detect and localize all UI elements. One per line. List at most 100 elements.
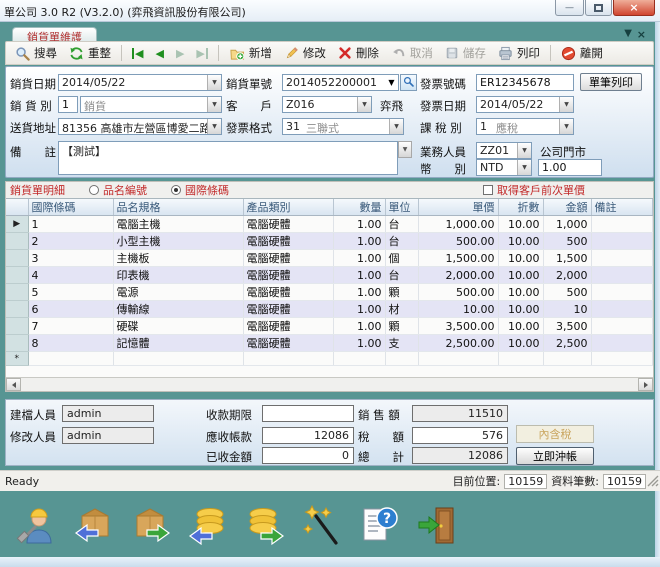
cell-discount[interactable]: 10.00 [498,216,543,233]
resize-grip[interactable] [647,475,659,490]
payment-out-icon[interactable] [243,503,287,547]
goods-in-icon[interactable] [72,503,116,547]
sale-date-combo[interactable]: 2014/05/22 ▼ [58,74,222,91]
row-selector[interactable] [6,267,28,284]
cell-price[interactable]: 2,000.00 [418,267,498,284]
chevron-down-icon[interactable]: ▼ [559,97,573,112]
cell-barcode[interactable]: 1 [28,216,113,233]
currency-combo[interactable]: NTD ▼ [476,159,532,176]
table-row[interactable]: 4 印表機 電腦硬體 1.00 台 2,000.00 10.00 2,000 [6,267,653,284]
row-selector[interactable] [6,335,28,352]
cell-category[interactable]: 電腦硬體 [243,233,333,250]
cell-category[interactable]: 電腦硬體 [243,267,333,284]
table-row[interactable]: 8 記憶體 電腦硬體 1.00 支 2,500.00 10.00 2,500 [6,335,653,352]
refresh-button[interactable]: 重整 [64,43,116,63]
cell-barcode[interactable]: 5 [28,284,113,301]
cell-price[interactable]: 1,000.00 [418,216,498,233]
tab-sales-order[interactable]: 銷貨單維護 [12,27,97,42]
chevron-down-icon[interactable]: ▼ [385,75,398,90]
cell-qty[interactable]: 1.00 [333,267,385,284]
cell-discount[interactable]: 10.00 [498,233,543,250]
col-category[interactable]: 產品類別 [243,199,333,216]
cell-name[interactable]: 電腦主機 [113,216,243,233]
cell-unit[interactable]: 材 [385,301,418,318]
save-button[interactable]: 儲存 [440,43,491,63]
col-unit[interactable]: 單位 [385,199,418,216]
chevron-down-icon[interactable]: ▼ [207,97,221,112]
exit-door-icon[interactable] [414,503,458,547]
cell-barcode[interactable]: 2 [28,233,113,250]
cell-price[interactable]: 10.00 [418,301,498,318]
cell-qty[interactable]: 1.00 [333,284,385,301]
cell-unit[interactable]: 顆 [385,318,418,335]
cell-category[interactable]: 電腦硬體 [243,318,333,335]
cell-barcode[interactable]: 6 [28,301,113,318]
cell-amount[interactable]: 2,500 [543,335,591,352]
cell-note[interactable] [591,301,653,318]
cell-price[interactable]: 2,500.00 [418,335,498,352]
delete-button[interactable]: 刪除 [333,43,384,63]
cell-note[interactable] [591,284,653,301]
invoice-format-combo[interactable]: 31 三聯式 ▼ [282,118,404,135]
row-selector[interactable] [6,284,28,301]
cell-name[interactable]: 傳輸線 [113,301,243,318]
search-button[interactable]: 搜尋 [10,43,62,63]
cell-note[interactable] [591,335,653,352]
cell-amount[interactable] [543,352,591,366]
cell-barcode[interactable]: 7 [28,318,113,335]
minimize-button[interactable]: — [555,0,584,16]
chevron-down-icon[interactable]: ▼ [398,141,412,158]
memo-field[interactable]: 【測試】 [58,141,398,175]
cell-unit[interactable] [385,352,418,366]
chevron-down-icon[interactable]: ▼ [389,119,403,134]
cell-qty[interactable] [333,352,385,366]
cell-name[interactable]: 小型主機 [113,233,243,250]
sale-type-combo[interactable]: 銷貨 ▼ [80,96,222,113]
tab-close-icon[interactable]: × [637,28,646,41]
horizontal-scrollbar[interactable] [6,377,653,391]
cell-note[interactable] [591,267,653,284]
cell-barcode[interactable] [28,352,113,366]
new-button[interactable]: 新增 [224,43,277,63]
exchange-rate-field[interactable]: 1.00 [538,159,602,176]
close-button[interactable]: × [613,0,655,16]
wizard-wand-icon[interactable] [300,503,344,547]
invoice-date-combo[interactable]: 2014/05/22 ▼ [476,96,574,113]
cell-discount[interactable]: 10.00 [498,301,543,318]
table-row[interactable]: 6 傳輸線 電腦硬體 1.00 材 10.00 10.00 10 [6,301,653,318]
cell-name[interactable]: 記憶體 [113,335,243,352]
single-print-button[interactable]: 單筆列印 [580,73,642,91]
cell-amount[interactable]: 1,000 [543,216,591,233]
cell-price[interactable]: 3,500.00 [418,318,498,335]
cell-category[interactable]: 電腦硬體 [243,301,333,318]
writeoff-now-button[interactable]: 立即沖帳 [516,447,594,465]
cell-category[interactable]: 電腦硬體 [243,250,333,267]
cell-discount[interactable]: 10.00 [498,335,543,352]
sales-person-combo[interactable]: ZZ01 ▼ [476,142,532,159]
cell-category[interactable]: 電腦硬體 [243,284,333,301]
cell-amount[interactable]: 500 [543,284,591,301]
checkbox-prev-price[interactable]: 取得客戶前次單價 [483,182,585,198]
customer-combo[interactable]: Z016 ▼ [282,96,372,113]
table-row[interactable]: 5 電源 電腦硬體 1.00 顆 500.00 10.00 500 [6,284,653,301]
row-selector[interactable] [6,301,28,318]
cell-amount[interactable]: 2,000 [543,267,591,284]
goods-out-icon[interactable] [129,503,173,547]
cell-name[interactable]: 電源 [113,284,243,301]
cell-qty[interactable]: 1.00 [333,250,385,267]
cell-category[interactable]: 電腦硬體 [243,216,333,233]
chevron-down-icon[interactable]: ▼ [517,160,531,175]
print-button[interactable]: 列印 [493,43,545,63]
tax-type-combo[interactable]: 1 應稅 ▼ [476,118,574,135]
sale-type-code-field[interactable]: 1 [58,96,78,113]
radio-icon[interactable] [89,185,99,195]
cell-note[interactable] [591,250,653,267]
cell-qty[interactable]: 1.00 [333,301,385,318]
cell-name[interactable]: 主機板 [113,250,243,267]
cell-note[interactable] [591,318,653,335]
cell-amount[interactable]: 1,500 [543,250,591,267]
next-record-button[interactable]: ▶ [171,46,189,61]
radio-barcode[interactable]: 國際條碼 [171,182,229,198]
last-record-button[interactable]: ▶ [191,46,212,61]
cell-barcode[interactable]: 8 [28,335,113,352]
